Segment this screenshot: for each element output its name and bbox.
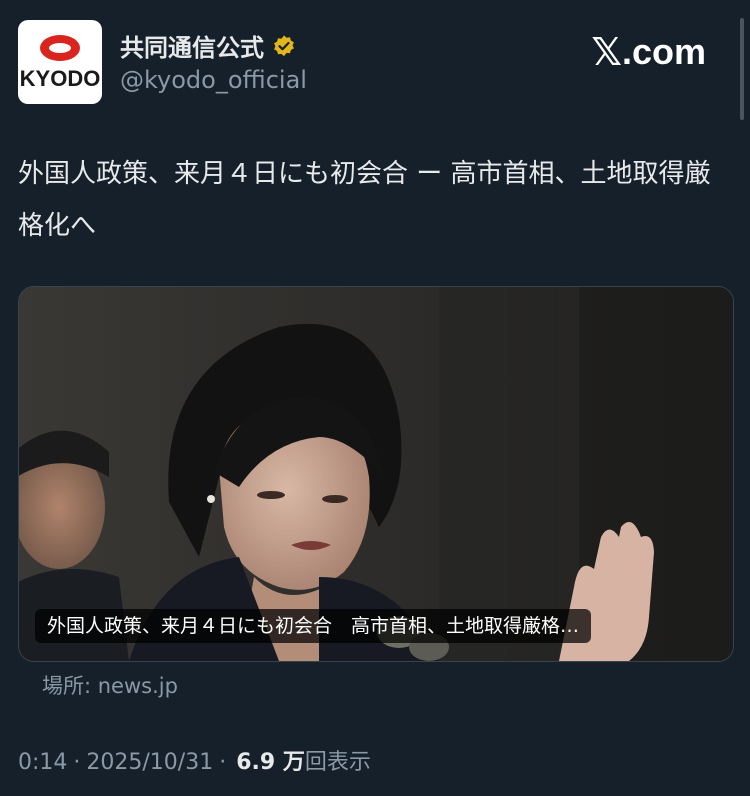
x-logo-icon: 𝕏 [591, 30, 622, 74]
tweet-header: KYODO 共同通信公式 @kyodo_official 𝕏 .com [18, 20, 732, 106]
author-handle[interactable]: @kyodo_official [120, 66, 307, 94]
x-brand-logo[interactable]: 𝕏 .com [591, 30, 706, 74]
verified-badge-icon[interactable] [272, 34, 296, 58]
card-source[interactable]: 場所: news.jp [42, 670, 178, 700]
views-label: 回表示 [304, 750, 371, 775]
meta-separator: · [73, 750, 81, 775]
scrollbar[interactable] [740, 18, 744, 120]
avatar-logo-text: KYODO [19, 66, 101, 91]
views-count[interactable]: 6.9 万 [236, 744, 305, 776]
tweet-meta: 0:14 · 2025/10/31 · 6.9 万 回表示 [18, 744, 371, 776]
avatar[interactable]: KYODO [18, 20, 102, 104]
meta-separator: · [219, 750, 227, 775]
news-photo [19, 287, 733, 661]
link-card[interactable]: 外国人政策、来月４日にも初会合 高市首相、土地取得厳格… [18, 286, 734, 662]
tweet-text: 外国人政策、来月４日にも初会合 ー 高市首相、土地取得厳格化へ [18, 159, 711, 241]
name-row: 共同通信公式 [120, 28, 296, 63]
card-caption: 外国人政策、来月４日にも初会合 高市首相、土地取得厳格… [35, 609, 592, 643]
author-display-name[interactable]: 共同通信公式 [120, 28, 264, 63]
post-time[interactable]: 0:14 [18, 750, 67, 775]
brand-domain: .com [621, 31, 706, 72]
post-date[interactable]: 2025/10/31 [86, 750, 213, 775]
